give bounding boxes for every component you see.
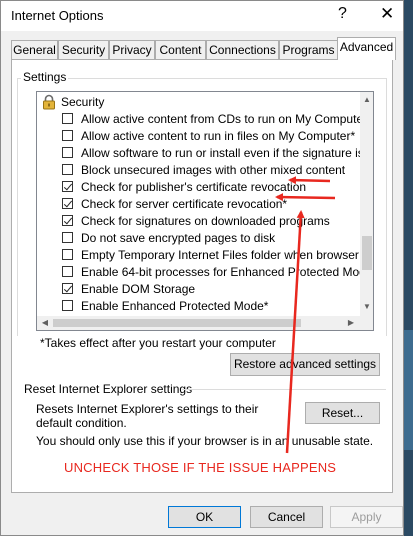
checkbox-unchecked[interactable]: [62, 266, 73, 277]
checkbox-unchecked[interactable]: [62, 130, 73, 141]
scroll-up-icon[interactable]: ▲: [360, 95, 373, 104]
setting-label: Check for publisher's certificate revoca…: [81, 180, 307, 194]
cancel-button[interactable]: Cancel: [250, 506, 323, 528]
checkbox-checked[interactable]: [62, 283, 73, 294]
horizontal-scroll-thumb[interactable]: [53, 319, 301, 327]
window-title: Internet Options: [11, 8, 104, 23]
setting-label: Enable 64-bit processes for Enhanced Pro…: [81, 265, 361, 279]
setting-label: Check for server certificate revocation*: [81, 197, 288, 211]
tab-connections[interactable]: Connections: [206, 40, 279, 59]
setting-label: Allow software to run or install even if…: [81, 146, 361, 160]
setting-label: Enable Enhanced Protected Mode*: [81, 299, 269, 313]
tab-privacy[interactable]: Privacy: [109, 40, 155, 59]
reset-button[interactable]: Reset...: [305, 402, 380, 424]
scroll-right-icon[interactable]: ▶: [344, 318, 358, 327]
checkbox-unchecked[interactable]: [62, 113, 73, 124]
apply-button[interactable]: Apply: [330, 506, 403, 528]
setting-label: Allow active content to run in files on …: [81, 129, 356, 143]
tab-general[interactable]: General: [11, 40, 58, 59]
scroll-left-icon[interactable]: ◀: [38, 318, 52, 327]
vertical-scrollbar[interactable]: ▲ ▼: [360, 92, 373, 316]
title-bar: Internet Options ? ✕: [1, 1, 403, 31]
settings-group-label: Settings: [21, 70, 69, 84]
checkbox-unchecked[interactable]: [62, 164, 73, 175]
settings-tree[interactable]: Security Allow active content from CDs t…: [36, 91, 374, 331]
help-button[interactable]: ?: [338, 5, 347, 23]
scroll-down-icon[interactable]: ▼: [360, 302, 373, 311]
checkbox-checked[interactable]: [62, 198, 73, 209]
tab-programs[interactable]: Programs: [279, 40, 338, 59]
ok-button[interactable]: OK: [168, 506, 241, 528]
reset-warning: You should only use this if your browser…: [36, 434, 374, 448]
setting-label: Do not save encrypted pages to disk: [81, 231, 276, 245]
settings-list: Security Allow active content from CDs t…: [37, 92, 361, 316]
tab-advanced[interactable]: Advanced: [337, 37, 396, 60]
setting-label: Enable DOM Storage: [81, 282, 196, 296]
desktop-background: [404, 0, 413, 536]
setting-label: Block unsecured images with other mixed …: [81, 163, 346, 177]
checkbox-unchecked[interactable]: [62, 249, 73, 260]
setting-label: Allow active content from CDs to run on …: [81, 112, 361, 126]
reset-description: Resets Internet Explorer's settings to t…: [36, 402, 259, 430]
vertical-scroll-thumb[interactable]: [362, 236, 372, 270]
setting-label: Check for signatures on downloaded progr…: [81, 214, 330, 228]
lock-icon: [43, 94, 55, 110]
category-label: Security: [61, 95, 105, 109]
tab-content[interactable]: Content: [155, 40, 206, 59]
checkbox-checked[interactable]: [62, 181, 73, 192]
checkbox-unchecked[interactable]: [62, 147, 73, 158]
checkbox-checked[interactable]: [62, 215, 73, 226]
close-button[interactable]: ✕: [380, 4, 394, 24]
setting-label: Empty Temporary Internet Files folder wh…: [81, 248, 361, 262]
scrollbar-corner: [360, 316, 373, 330]
annotation-text: UNCHECK THOSE IF THE ISSUE HAPPENS: [64, 460, 337, 475]
restore-advanced-settings-button[interactable]: Restore advanced settings: [230, 353, 380, 376]
checkbox-unchecked[interactable]: [62, 300, 73, 311]
horizontal-scrollbar[interactable]: ◀ ▶: [37, 316, 360, 330]
internet-options-dialog: Internet Options ? ✕ General Security Pr…: [0, 0, 404, 536]
reset-section-divider: [182, 389, 386, 390]
reset-section-title: Reset Internet Explorer settings: [24, 382, 193, 396]
restart-footnote: *Takes effect after you restart your com…: [40, 336, 276, 350]
checkbox-unchecked[interactable]: [62, 232, 73, 243]
tab-security[interactable]: Security: [58, 40, 109, 59]
